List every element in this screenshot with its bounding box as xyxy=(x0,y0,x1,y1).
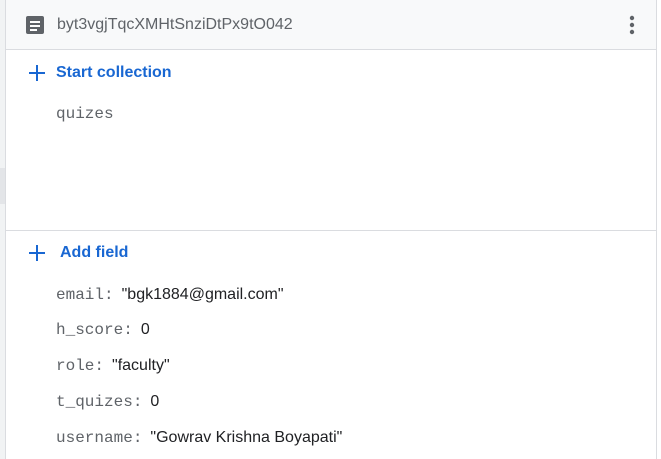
document-icon xyxy=(26,16,44,34)
field-value: 0 xyxy=(150,393,160,410)
field-colon: : xyxy=(123,321,133,339)
document-id: byt3vgjTqcXMHtSnziDtPx9tO042 xyxy=(57,16,293,33)
add-field-label: Add field xyxy=(60,244,129,261)
field-colon: : xyxy=(104,286,114,304)
field-key: h_score xyxy=(56,321,124,339)
add-field-button[interactable]: Add field xyxy=(28,243,128,263)
field-value: "Gowrav Krishna Boyapati" xyxy=(150,429,343,446)
field-colon: : xyxy=(132,393,143,411)
field-value: "bgk1884@gmail.com" xyxy=(121,286,284,303)
field-row-t-quizes[interactable]: t_quizes: 0 xyxy=(56,392,159,412)
document-header: byt3vgjTqcXMHtSnziDtPx9tO042 xyxy=(6,0,656,50)
field-colon: : xyxy=(132,429,143,447)
plus-icon xyxy=(29,245,45,261)
plus-icon xyxy=(29,65,45,81)
more-vert-icon xyxy=(629,15,635,35)
field-key: role xyxy=(56,357,95,375)
field-value: "faculty" xyxy=(112,357,170,374)
fields-section: Add field email: "bgk1884@gmail.com" h_s… xyxy=(6,231,656,459)
field-row-email[interactable]: email: "bgk1884@gmail.com" xyxy=(56,285,284,305)
more-options-button[interactable] xyxy=(620,12,644,38)
start-collection-label: Start collection xyxy=(56,64,172,81)
collections-section: Start collection quizes xyxy=(6,50,656,231)
field-key: email xyxy=(56,286,105,304)
field-key: username xyxy=(56,429,133,447)
collection-item-quizes[interactable]: quizes xyxy=(56,105,114,123)
field-row-h-score[interactable]: h_score: 0 xyxy=(56,320,150,340)
field-value: 0 xyxy=(140,321,150,338)
field-row-role[interactable]: role: "faculty" xyxy=(56,356,170,376)
field-colon: : xyxy=(94,357,105,375)
document-panel: byt3vgjTqcXMHtSnziDtPx9tO042 Start colle… xyxy=(5,0,657,459)
field-key: t_quizes xyxy=(56,393,133,411)
start-collection-button[interactable]: Start collection xyxy=(28,63,172,83)
field-row-username[interactable]: username: "Gowrav Krishna Boyapati" xyxy=(56,428,342,448)
